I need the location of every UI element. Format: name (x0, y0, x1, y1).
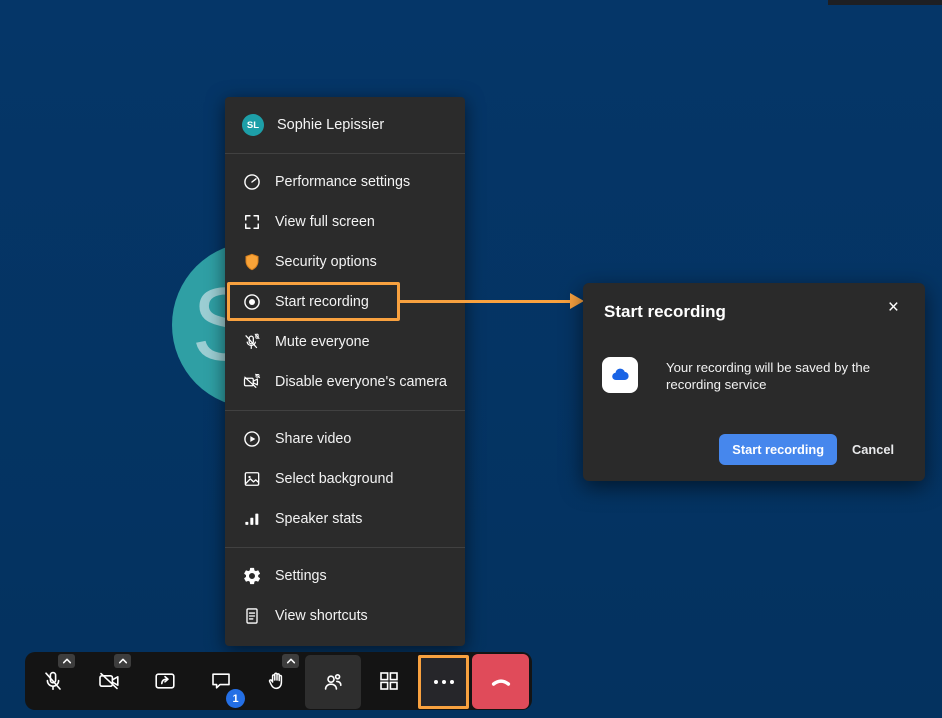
chevron-up-icon (62, 657, 72, 665)
more-icon (434, 680, 454, 684)
chevron-up-icon (118, 657, 128, 665)
dialog-footer: Start recording Cancel (719, 434, 894, 465)
meeting-stage: SL SL Sophie Lepissier Performance setti… (0, 0, 942, 718)
camera-off-icon (242, 372, 262, 392)
menu-item-security-options[interactable]: Security options (225, 242, 465, 282)
chat-unread-badge: 1 (226, 689, 245, 708)
bar-chart-icon (242, 509, 262, 529)
menu-item-label: Settings (275, 568, 327, 584)
mute-microphone-button[interactable] (25, 652, 81, 710)
menu-item-performance-settings[interactable]: Performance settings (225, 162, 465, 202)
cloud-icon (602, 357, 638, 393)
menu-group-3: Settings View shortcuts (225, 548, 465, 644)
menubar-fragment (828, 0, 942, 5)
raise-hand-button[interactable] (249, 652, 305, 710)
annotation-arrow-head (570, 293, 584, 309)
document-icon (242, 606, 262, 626)
hangup-icon (488, 668, 514, 694)
menu-item-label: Start recording (275, 294, 369, 310)
image-icon (242, 469, 262, 489)
avatar: SL (242, 114, 264, 136)
menu-item-label: View full screen (275, 214, 375, 230)
cancel-button[interactable]: Cancel (852, 442, 894, 457)
menu-item-label: Mute everyone (275, 334, 370, 350)
tile-view-button[interactable] (361, 652, 417, 710)
mic-muted-icon (41, 669, 65, 693)
menu-item-label: View shortcuts (275, 608, 368, 624)
chevron-up-icon (286, 657, 296, 665)
menu-user-row[interactable]: SL Sophie Lepissier (225, 97, 465, 153)
screen-share-icon (153, 669, 177, 693)
participants-icon (321, 670, 345, 694)
dialog-title: Start recording (604, 302, 726, 322)
tile-view-icon (377, 669, 401, 693)
menu-item-mute-everyone[interactable]: Mute everyone (225, 322, 465, 362)
participants-button[interactable] (305, 655, 361, 709)
more-actions-button[interactable] (418, 655, 469, 709)
chat-button[interactable]: 1 (193, 652, 249, 710)
menu-item-label: Speaker stats (275, 511, 362, 527)
menu-item-label: Select background (275, 471, 393, 487)
menu-item-label: Share video (275, 431, 351, 447)
menu-item-share-video[interactable]: Share video (225, 419, 465, 459)
dialog-body: Your recording will be saved by the reco… (602, 357, 928, 393)
microphone-options-chevron[interactable] (58, 654, 75, 668)
menu-group-2: Share video Select background Spe (225, 411, 465, 547)
screen-share-button[interactable] (137, 652, 193, 710)
menu-item-label: Security options (275, 254, 377, 270)
start-recording-dialog: Start recording × Your recording will be… (583, 283, 925, 481)
menu-item-settings[interactable]: Settings (225, 556, 465, 596)
shield-icon (242, 252, 262, 272)
start-recording-button[interactable]: Start recording (719, 434, 837, 465)
menu-item-select-background[interactable]: Select background (225, 459, 465, 499)
hangup-button[interactable] (472, 654, 529, 709)
more-actions-menu: SL Sophie Lepissier Performance settings… (225, 97, 465, 646)
gauge-icon (242, 172, 262, 192)
camera-button[interactable] (81, 652, 137, 710)
play-circle-icon (242, 429, 262, 449)
camera-options-chevron[interactable] (114, 654, 131, 668)
menu-group-1: Performance settings View full screen Se… (225, 154, 465, 410)
chat-icon (209, 669, 233, 693)
menu-item-label: Disable everyone's camera (275, 374, 447, 390)
toolbar: 1 (25, 652, 532, 710)
dialog-message: Your recording will be saved by the reco… (666, 357, 928, 393)
menu-item-disable-everyones-camera[interactable]: Disable everyone's camera (225, 362, 465, 402)
user-name: Sophie Lepissier (277, 117, 384, 133)
close-icon[interactable]: × (888, 298, 899, 317)
camera-off-icon (97, 669, 121, 693)
reactions-chevron[interactable] (282, 654, 299, 668)
menu-item-label: Performance settings (275, 174, 410, 190)
avatar-initials: SL (247, 120, 259, 131)
gear-icon (242, 566, 262, 586)
mic-mute-icon (242, 332, 262, 352)
chat-unread-count: 1 (232, 693, 238, 705)
menu-item-speaker-stats[interactable]: Speaker stats (225, 499, 465, 539)
raise-hand-icon (265, 669, 289, 693)
record-icon (242, 292, 262, 312)
annotation-arrow-line (399, 300, 571, 303)
menu-item-view-shortcuts[interactable]: View shortcuts (225, 596, 465, 636)
menu-item-view-full-screen[interactable]: View full screen (225, 202, 465, 242)
fullscreen-icon (242, 212, 262, 232)
